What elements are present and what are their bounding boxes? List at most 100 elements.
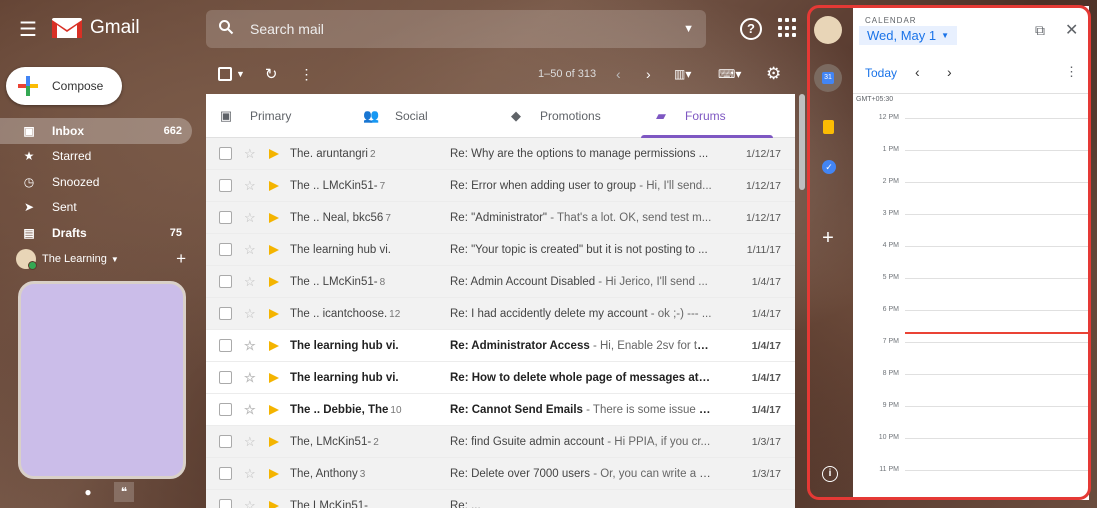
sidebar-item-starred[interactable]: ★ Starred (0, 144, 192, 170)
tab-forums[interactable]: ▰ Forums (641, 94, 786, 138)
gear-icon[interactable]: ⚙ (766, 64, 781, 84)
main-menu-button[interactable]: ☰ (14, 16, 42, 44)
row-checkbox[interactable] (219, 211, 232, 224)
important-marker-icon[interactable] (269, 372, 279, 383)
star-icon[interactable]: ☆ (244, 338, 258, 354)
chevron-down-icon[interactable]: ▼ (111, 255, 119, 264)
table-row[interactable]: ☆ The, Anthony 3 Re: Delete over 7000 users… (206, 458, 795, 490)
email-date: 1/4/17 (751, 339, 781, 352)
compose-button[interactable]: Compose (6, 67, 122, 105)
avatar[interactable] (814, 16, 842, 44)
important-marker-icon[interactable] (269, 276, 279, 287)
mail-list: ▣ Primary 👥 Social ◆ Promotions ▰ Forums… (206, 94, 795, 508)
row-checkbox[interactable] (219, 147, 232, 160)
table-row[interactable]: ☆ The .. Debbie, The 10 Re: Cannot Send Ema… (206, 394, 795, 426)
star-icon[interactable]: ☆ (244, 306, 258, 322)
star-icon[interactable]: ☆ (244, 178, 258, 194)
important-marker-icon[interactable] (269, 436, 279, 447)
star-icon[interactable]: ☆ (244, 210, 258, 226)
tasks-icon[interactable]: ✓ (814, 152, 842, 180)
important-marker-icon[interactable] (269, 468, 279, 479)
star-icon[interactable]: ☆ (244, 402, 258, 418)
search-icon[interactable] (218, 19, 240, 39)
chevron-left-icon[interactable]: ‹ (616, 66, 621, 82)
gmail-logo[interactable]: Gmail (52, 16, 140, 40)
table-row[interactable]: ☆ The .. Neal, bkc56 7 Re: "Administrator" … (206, 202, 795, 234)
table-row[interactable]: ☆ The .. LMcKin51- 8 Re: Admin Account Disa… (206, 266, 795, 298)
split-pane-icon[interactable]: ▥▾ (674, 67, 691, 81)
tab-social[interactable]: 👥 Social (351, 94, 496, 137)
table-row[interactable]: ☆ The learning hub vi. Re: How to delete w… (206, 362, 795, 394)
star-icon[interactable]: ☆ (244, 434, 258, 450)
tab-primary[interactable]: ▣ Primary (206, 94, 351, 137)
row-checkbox[interactable] (219, 499, 232, 508)
important-marker-icon[interactable] (269, 244, 279, 255)
person-icon[interactable]: ● (78, 482, 98, 502)
tab-promotions[interactable]: ◆ Promotions (496, 94, 641, 137)
chevron-right-icon[interactable]: › (947, 64, 952, 80)
table-row[interactable]: ☆ The, LMcKin51- 2 Re: find Gsuite admin ac… (206, 426, 795, 458)
table-row[interactable]: ☆ The .. LMcKin51- 7 Re: Error when adding … (206, 170, 795, 202)
help-icon[interactable]: ? (740, 18, 762, 40)
calendar-app-icon[interactable]: 31 (814, 64, 842, 92)
sidebar-item-drafts[interactable]: ▤ Drafts 75 (0, 220, 192, 246)
avatar[interactable] (16, 249, 37, 270)
important-marker-icon[interactable] (269, 212, 279, 223)
chevron-left-icon[interactable]: ‹ (915, 64, 920, 80)
star-icon[interactable]: ☆ (244, 370, 258, 386)
select-all-checkbox[interactable] (218, 67, 232, 81)
today-button[interactable]: Today (865, 66, 897, 80)
calendar-hour-slot[interactable]: 11 PM (853, 466, 1089, 500)
search-options-caret-icon[interactable]: ▼ (683, 23, 694, 35)
star-icon[interactable]: ☆ (244, 498, 258, 508)
select-caret-icon[interactable]: ▼ (236, 69, 245, 79)
star-icon[interactable]: ☆ (244, 146, 258, 162)
info-icon[interactable]: i (822, 466, 838, 482)
sidebar-item-inbox[interactable]: ▣ Inbox 662 (0, 118, 192, 144)
row-checkbox[interactable] (219, 179, 232, 192)
important-marker-icon[interactable] (269, 500, 279, 508)
hour-label: 12 PM (878, 114, 899, 121)
row-checkbox[interactable] (219, 467, 232, 480)
important-marker-icon[interactable] (269, 340, 279, 351)
table-row[interactable]: ☆ The learning hub vi. Re: Administrator A… (206, 330, 795, 362)
keep-icon[interactable] (814, 112, 842, 140)
sidebar-item-snoozed[interactable]: ◷ Snoozed (0, 169, 192, 195)
apps-grid-icon[interactable] (778, 18, 798, 38)
hangouts-icon[interactable]: ❝ (114, 482, 134, 502)
refresh-icon[interactable]: ↻ (265, 65, 278, 83)
sidebar-item-sent[interactable]: ➤ Sent (0, 195, 192, 221)
more-vert-icon[interactable]: ⋮ (1065, 64, 1078, 80)
table-row[interactable]: ☆ The LMcKin51- Re: ... (206, 490, 795, 508)
row-checkbox[interactable] (219, 339, 232, 352)
important-marker-icon[interactable] (269, 404, 279, 415)
calendar-date-selector[interactable]: Wed, May 1 ▼ (859, 26, 958, 45)
hangouts-user[interactable]: The Learning ▼ + (16, 249, 192, 270)
star-icon[interactable]: ☆ (244, 466, 258, 482)
close-icon[interactable]: ✕ (1065, 20, 1078, 40)
more-vert-icon[interactable]: ⋮ (300, 66, 314, 83)
important-marker-icon[interactable] (269, 308, 279, 319)
hour-label: 1 PM (882, 146, 899, 153)
row-checkbox[interactable] (219, 307, 232, 320)
row-checkbox[interactable] (219, 275, 232, 288)
star-icon[interactable]: ☆ (244, 274, 258, 290)
table-row[interactable]: ☆ The learning hub vi. Re: "Your topic is … (206, 234, 795, 266)
scrollbar[interactable] (799, 94, 805, 190)
chevron-right-icon[interactable]: › (646, 66, 651, 82)
search-input[interactable] (250, 21, 684, 37)
row-checkbox[interactable] (219, 403, 232, 416)
add-contact-icon[interactable]: + (176, 249, 186, 269)
row-checkbox[interactable] (219, 371, 232, 384)
open-in-new-icon[interactable]: ⧉ (1035, 22, 1045, 39)
row-checkbox[interactable] (219, 435, 232, 448)
search-bar[interactable]: ▼ (206, 10, 706, 48)
add-addon-icon[interactable]: + (814, 224, 842, 252)
important-marker-icon[interactable] (269, 180, 279, 191)
table-row[interactable]: ☆ The .. icantchoose. 12 Re: I had accident… (206, 298, 795, 330)
important-marker-icon[interactable] (269, 148, 279, 159)
table-row[interactable]: ☆ The. aruntangri 2 Re: Why are the options… (206, 138, 795, 170)
star-icon[interactable]: ☆ (244, 242, 258, 258)
keyboard-icon[interactable]: ⌨▾ (718, 67, 741, 81)
row-checkbox[interactable] (219, 243, 232, 256)
